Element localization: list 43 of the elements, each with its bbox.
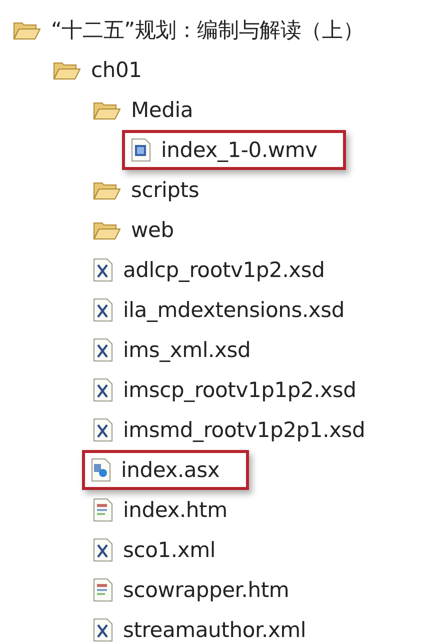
xml-file-icon [93, 258, 113, 282]
item-label: ims_xml.xsd [123, 338, 251, 362]
tree-item[interactable]: imsmd_rootv1p2p1.xsd [86, 410, 372, 450]
item-label: ch01 [91, 58, 142, 82]
item-label: sco1.xml [123, 538, 216, 562]
item-label: “十二五”规划：编制与解读（上） [51, 17, 364, 44]
html-file-icon [93, 578, 113, 602]
tree-item[interactable]: “十二五”规划：编制与解读（上） [6, 10, 371, 50]
item-label: index.asx [121, 458, 220, 482]
tree-item[interactable]: sco1.xml [86, 530, 222, 570]
tree-item[interactable]: ch01 [46, 50, 149, 90]
item-label: scowrapper.htm [123, 578, 290, 602]
tree-item[interactable]: index_1-0.wmv [122, 130, 346, 170]
tree-item[interactable]: streamauthor.xml [86, 610, 314, 644]
media-file-icon [91, 458, 111, 482]
xml-file-icon [93, 418, 113, 442]
item-label: imsmd_rootv1p2p1.xsd [123, 418, 366, 442]
tree-item[interactable]: scripts [86, 170, 206, 210]
xml-file-icon [93, 338, 113, 362]
xml-file-icon [93, 618, 113, 642]
tree-item[interactable]: scowrapper.htm [86, 570, 296, 610]
item-label: scripts [131, 178, 200, 202]
tree-item[interactable]: index.asx [82, 450, 249, 490]
video-file-icon [131, 138, 151, 162]
item-label: adlcp_rootv1p2.xsd [123, 258, 325, 282]
tree-item[interactable]: imscp_rootv1p1p2.xsd [86, 370, 364, 410]
item-label: ila_mdextensions.xsd [123, 298, 345, 322]
xml-file-icon [93, 298, 113, 322]
html-file-icon [93, 498, 113, 522]
item-label: streamauthor.xml [123, 618, 306, 642]
item-label: imscp_rootv1p1p2.xsd [123, 378, 356, 402]
tree-item[interactable]: ims_xml.xsd [86, 330, 258, 370]
tree-item[interactable]: ila_mdextensions.xsd [86, 290, 352, 330]
tree-item[interactable]: index.htm [86, 490, 234, 530]
item-label: index_1-0.wmv [161, 138, 318, 162]
item-label: index.htm [123, 498, 228, 522]
xml-file-icon [93, 378, 113, 402]
tree-item[interactable]: web [86, 210, 181, 250]
item-label: Media [131, 98, 194, 122]
xml-file-icon [93, 538, 113, 562]
tree-item[interactable]: adlcp_rootv1p2.xsd [86, 250, 332, 290]
item-label: web [131, 218, 174, 242]
tree-item[interactable]: Media [86, 90, 200, 130]
